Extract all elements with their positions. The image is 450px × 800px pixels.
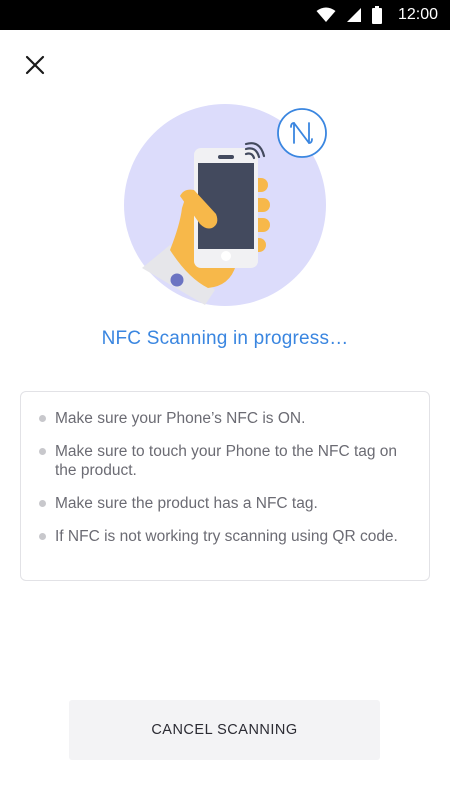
cancel-scanning-button[interactable]: CANCEL SCANNING [69, 700, 380, 760]
status-time: 12:00 [397, 6, 438, 23]
tip-item: Make sure the product has a NFC tag. [39, 494, 413, 513]
close-button[interactable] [18, 48, 52, 82]
wifi-icon [316, 7, 336, 23]
tip-text: Make sure to touch your Phone to the NFC… [55, 443, 398, 479]
status-bar: 12:00 [0, 0, 450, 30]
nfc-illustration [120, 100, 335, 315]
bullet-icon [39, 533, 46, 540]
bullet-icon [39, 415, 46, 422]
tip-item: Make sure your Phone’s NFC is ON. [39, 409, 413, 428]
tip-item: Make sure to touch your Phone to the NFC… [39, 442, 413, 480]
bullet-icon [39, 448, 46, 455]
tip-item: If NFC is not working try scanning using… [39, 527, 413, 546]
tip-text: Make sure your Phone’s NFC is ON. [55, 410, 306, 427]
tip-text: If NFC is not working try scanning using… [55, 528, 398, 545]
bullet-icon [39, 500, 46, 507]
tip-text: Make sure the product has a NFC tag. [55, 495, 318, 512]
scanning-status-title: NFC Scanning in progress… [101, 328, 349, 349]
battery-icon [371, 6, 382, 24]
nfc-badge-icon [277, 108, 327, 158]
tips-card: Make sure your Phone’s NFC is ON. Make s… [20, 391, 430, 581]
cell-signal-icon [346, 7, 362, 23]
cancel-scanning-label: CANCEL SCANNING [151, 722, 298, 738]
close-icon [25, 55, 45, 75]
